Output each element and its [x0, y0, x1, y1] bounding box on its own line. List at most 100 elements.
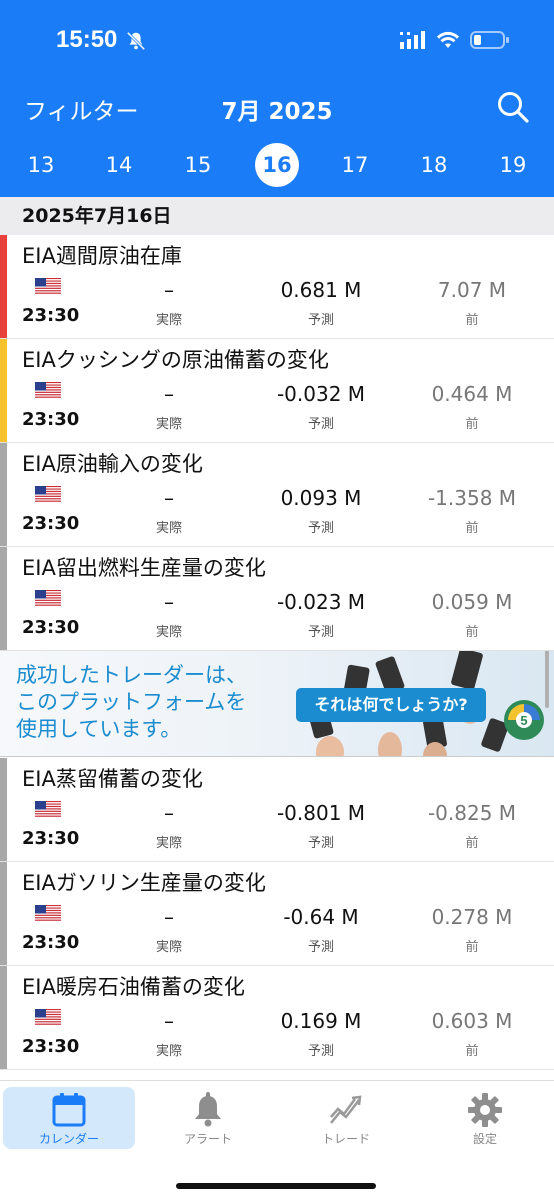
- us-flag-icon: [35, 590, 61, 606]
- previous-label: 前: [465, 836, 479, 851]
- previous-value: 0.278 M: [431, 905, 513, 929]
- us-flag-icon: [35, 801, 61, 817]
- event-time: 23:30: [22, 1036, 80, 1057]
- forecast-label: 予測: [307, 417, 334, 432]
- actual-label: 実際: [155, 521, 182, 536]
- ad-cta-button[interactable]: それは何でしょうか?: [296, 688, 486, 722]
- impact-bar: [0, 339, 7, 442]
- event-time: 23:30: [22, 828, 80, 849]
- actual-value: –: [164, 486, 174, 510]
- actual-label: 実際: [155, 940, 182, 955]
- day-15[interactable]: 15: [176, 143, 220, 187]
- previous-label: 前: [465, 313, 479, 328]
- us-flag-icon: [35, 905, 61, 921]
- tab-settings[interactable]: 設定: [419, 1087, 551, 1149]
- tab-alerts-label: アラート: [183, 1132, 232, 1146]
- tab-trade-label: トレード: [321, 1132, 370, 1146]
- us-flag-icon: [35, 382, 61, 398]
- previous-value: -1.358 M: [427, 486, 517, 510]
- battery-icon: [470, 31, 509, 49]
- ad-text: 成功したトレーダーは、このプラットフォームを使用しています。: [16, 663, 247, 741]
- event-row[interactable]: EIA蒸留備蓄の変化 23:30 – -0.801 M -0.825 M 実際 予測 前: [0, 758, 554, 862]
- previous-label: 前: [465, 1044, 479, 1059]
- forecast-value: -0.023 M: [276, 590, 366, 614]
- svg-text:5: 5: [520, 713, 527, 728]
- impact-bar: [0, 443, 7, 546]
- month-title[interactable]: 7月 2025: [0, 92, 554, 126]
- impact-bar: [0, 758, 7, 861]
- us-flag-icon: [35, 278, 61, 294]
- event-row[interactable]: EIAガソリン生産量の変化 23:30 – -0.64 M 0.278 M 実際 予測 前: [0, 862, 554, 966]
- actual-label: 実際: [155, 313, 182, 328]
- event-time: 23:30: [22, 305, 80, 326]
- status-time: 15:50: [56, 26, 118, 53]
- day-18[interactable]: 18: [412, 143, 456, 187]
- event-row[interactable]: EIA原油輸入の変化 23:30 – 0.093 M -1.358 M 実際 予測 前: [0, 443, 554, 547]
- scroll-indicator: [545, 648, 549, 708]
- tab-calendar-label: カレンダー: [38, 1132, 99, 1146]
- tab-calendar[interactable]: カレンダー: [3, 1087, 135, 1149]
- actual-value: –: [164, 801, 174, 825]
- us-flag-icon: [35, 1009, 61, 1025]
- tab-settings-label: 設定: [472, 1132, 497, 1146]
- day-17[interactable]: 17: [333, 143, 377, 187]
- wifi-icon: [437, 31, 459, 48]
- event-title: EIA蒸留備蓄の変化: [22, 767, 203, 791]
- event-row[interactable]: EIA暖房石油備蓄の変化 23:30 – 0.169 M 0.603 M 実際 予測 前: [0, 966, 554, 1070]
- tab-trade[interactable]: トレード: [280, 1087, 412, 1149]
- bell-icon: [195, 1092, 221, 1127]
- tab-alerts[interactable]: アラート: [142, 1087, 274, 1149]
- impact-bar: [0, 547, 7, 650]
- impact-bar: [0, 862, 7, 965]
- actual-value: –: [164, 905, 174, 929]
- previous-label: 前: [465, 417, 479, 432]
- impact-bar: [0, 235, 7, 338]
- status-icons: [400, 30, 510, 50]
- previous-value: -0.825 M: [427, 801, 517, 825]
- event-time: 23:30: [22, 513, 80, 534]
- mt5-logo-icon: 5: [504, 700, 544, 740]
- day-19[interactable]: 19: [491, 143, 535, 187]
- impact-bar: [0, 966, 7, 1069]
- home-indicator: [176, 1183, 376, 1189]
- top-bar: 15:50 フィルター 7月 2025 13 14 15 16 17 18 19: [0, 0, 554, 197]
- event-time: 23:30: [22, 409, 80, 430]
- actual-value: –: [164, 278, 174, 302]
- ad-banner[interactable]: 成功したトレーダーは、このプラットフォームを使用しています。 それは何でしょうか…: [0, 647, 554, 757]
- day-14[interactable]: 14: [97, 143, 141, 187]
- actual-label: 実際: [155, 1044, 182, 1059]
- trade-icon: [330, 1095, 362, 1124]
- event-row[interactable]: EIA留出燃料生産量の変化 23:30 – -0.023 M 0.059 M 実際 予測 前: [0, 547, 554, 651]
- day-16-selected[interactable]: 16: [255, 143, 299, 187]
- forecast-label: 予測: [307, 521, 334, 536]
- actual-value: –: [164, 590, 174, 614]
- previous-value: 0.059 M: [431, 590, 513, 614]
- gear-icon: [468, 1093, 502, 1127]
- signal-icon: [400, 31, 425, 49]
- event-row[interactable]: EIAクッシングの原油備蓄の変化 23:30 – -0.032 M 0.464 M 実際 予…: [0, 339, 554, 443]
- event-title: EIAガソリン生産量の変化: [22, 871, 266, 895]
- day-selector: 13 14 15 16 17 18 19: [0, 143, 554, 187]
- search-icon[interactable]: [496, 90, 530, 124]
- event-row[interactable]: EIA週間原油在庫 23:30 – 0.681 M 7.07 M 実際 予測 前: [0, 235, 554, 339]
- event-time: 23:30: [22, 932, 80, 953]
- forecast-label: 予測: [307, 836, 334, 851]
- forecast-label: 予測: [307, 313, 334, 328]
- actual-value: –: [164, 382, 174, 406]
- previous-label: 前: [465, 625, 479, 640]
- forecast-label: 予測: [307, 1044, 334, 1059]
- event-title: EIA暖房石油備蓄の変化: [22, 975, 245, 999]
- forecast-label: 予測: [307, 940, 334, 955]
- calendar-icon: [52, 1093, 86, 1127]
- forecast-value: 0.681 M: [280, 278, 362, 302]
- date-header: 2025年7月16日: [0, 197, 554, 235]
- forecast-value: 0.093 M: [280, 486, 362, 510]
- previous-value: 0.464 M: [431, 382, 513, 406]
- forecast-label: 予測: [307, 625, 334, 640]
- previous-value: 0.603 M: [431, 1009, 513, 1033]
- forecast-value: 0.169 M: [280, 1009, 362, 1033]
- day-13[interactable]: 13: [19, 143, 63, 187]
- event-title: EIA留出燃料生産量の変化: [22, 556, 266, 580]
- actual-value: –: [164, 1009, 174, 1033]
- forecast-value: -0.801 M: [276, 801, 366, 825]
